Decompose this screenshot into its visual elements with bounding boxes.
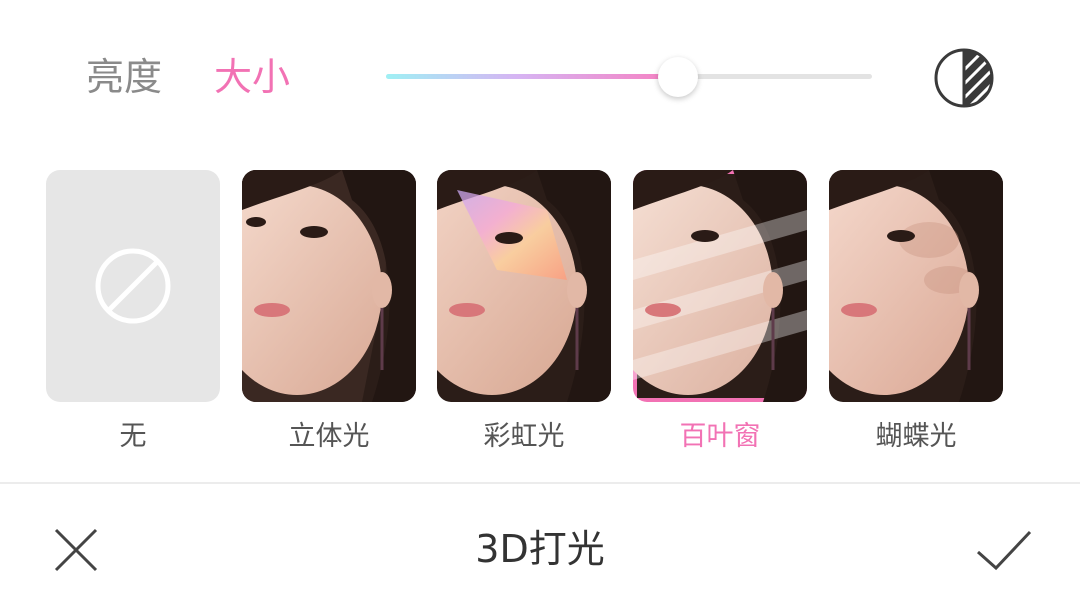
- filter-label: 百叶窗: [679, 421, 761, 452]
- compare-button[interactable]: [932, 46, 996, 110]
- filter-label: 无: [119, 421, 147, 452]
- filter-rainbow-light[interactable]: 彩虹光: [437, 170, 611, 454]
- portrait-image: [829, 170, 1003, 402]
- portrait-image: [437, 170, 611, 402]
- filter-thumbnail-selected: [633, 170, 807, 402]
- adjustment-toolbar: 亮度 大小: [0, 0, 1080, 150]
- filter-blinds-light[interactable]: 百叶窗: [633, 170, 807, 454]
- confirm-button[interactable]: [972, 522, 1036, 578]
- half-contrast-icon: [934, 48, 994, 108]
- filter-none[interactable]: 无: [46, 170, 220, 454]
- portrait-image: [242, 170, 416, 402]
- filter-label: 蝴蝶光: [875, 421, 957, 452]
- portrait-image: [633, 170, 807, 402]
- filter-label: 立体光: [288, 421, 370, 452]
- filter-thumbnail: [46, 170, 220, 402]
- tab-size[interactable]: 大小: [214, 52, 290, 102]
- filter-thumbnail: [437, 170, 611, 402]
- page-title: 3D打光: [475, 527, 605, 571]
- bottom-bar: 3D打光: [0, 484, 1080, 614]
- check-icon: [977, 530, 1032, 571]
- filter-label: 彩虹光: [483, 421, 565, 452]
- filter-thumbnail: [242, 170, 416, 402]
- filter-stereo-light[interactable]: 立体光: [242, 170, 416, 454]
- filter-thumbnail: [829, 170, 1003, 402]
- lighting-filter-list: 无 立体光 彩虹光 百叶窗 蝴蝶光: [0, 170, 1080, 460]
- tab-brightness[interactable]: 亮度: [86, 52, 162, 102]
- intensity-slider[interactable]: [386, 57, 872, 97]
- slider-thumb[interactable]: [657, 57, 698, 97]
- slider-fill: [386, 74, 678, 79]
- filter-butterfly-light[interactable]: 蝴蝶光: [829, 170, 1003, 454]
- no-effect-icon: [95, 248, 171, 324]
